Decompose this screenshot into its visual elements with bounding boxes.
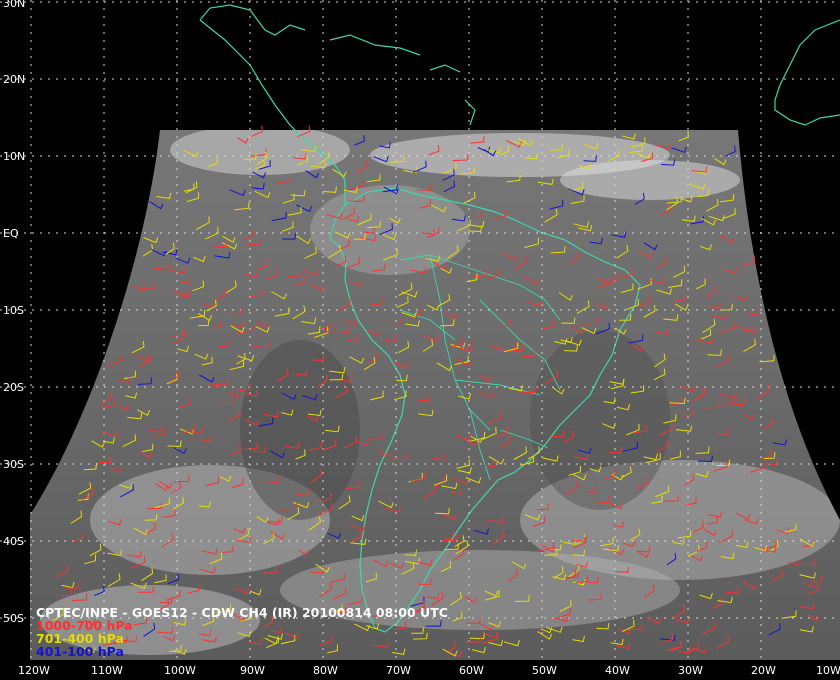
lon-label-80w: 80W bbox=[313, 664, 338, 677]
lat-label-30n: 30N bbox=[3, 0, 25, 10]
coastline-africa bbox=[774, 19, 840, 126]
lon-label-20w: 20W bbox=[751, 664, 776, 677]
lon-label-30w: 30W bbox=[678, 664, 703, 677]
longitude-strip bbox=[0, 660, 840, 680]
lon-label-40w: 40W bbox=[605, 664, 630, 677]
lon-label-90w: 90W bbox=[240, 664, 265, 677]
lon-label-10w: 10W bbox=[816, 664, 840, 677]
lon-label-110w: 110W bbox=[91, 664, 123, 677]
lat-label-10s: 10S bbox=[3, 304, 24, 317]
lat-label-10n: 10N bbox=[3, 150, 25, 163]
lon-label-70w: 70W bbox=[386, 664, 411, 677]
lat-label-eq: EQ bbox=[3, 227, 19, 240]
latitude-labels: 30N 20N 10N EQ 10S 20S 30S 40S 50S bbox=[3, 0, 25, 625]
legend-high-level: 401-100 hPa bbox=[36, 644, 124, 659]
lon-label-120w: 120W bbox=[18, 664, 50, 677]
lon-label-100w: 100W bbox=[164, 664, 196, 677]
lat-label-40s: 40S bbox=[3, 535, 24, 548]
lat-label-20s: 20S bbox=[3, 381, 24, 394]
lon-label-50w: 50W bbox=[532, 664, 557, 677]
lon-label-60w: 60W bbox=[459, 664, 484, 677]
lat-label-20n: 20N bbox=[3, 73, 25, 86]
lat-label-50s: 50S bbox=[3, 612, 24, 625]
satellite-wind-map: 30N 20N 10N EQ 10S 20S 30S 40S 50S 120W … bbox=[0, 0, 840, 680]
coastline-caribbean bbox=[329, 34, 476, 126]
lat-label-30s: 30S bbox=[3, 458, 24, 471]
